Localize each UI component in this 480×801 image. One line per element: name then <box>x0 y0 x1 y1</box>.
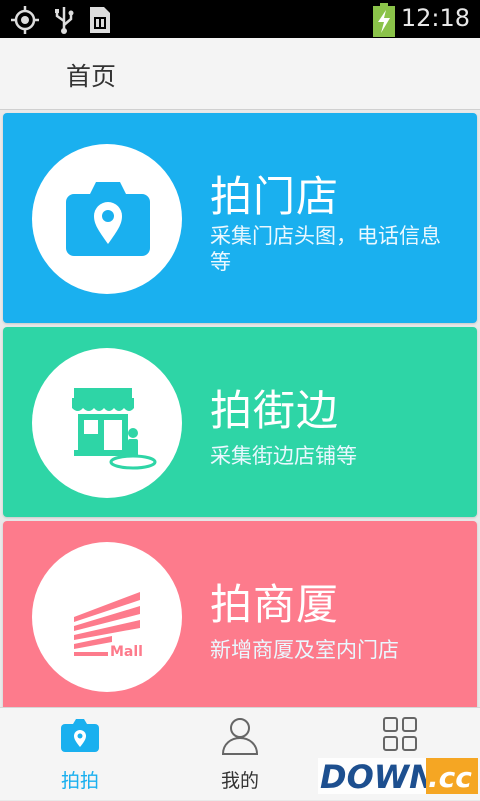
card-street-side[interactable]: 拍街边 采集街边店铺等 <box>3 327 477 517</box>
mall-logo-text: Mall <box>110 644 143 660</box>
gps-icon <box>10 5 40 39</box>
card-icon-circle <box>32 348 182 498</box>
card-description: 采集门店头图，电话信息等 <box>210 224 441 274</box>
card-shop-front[interactable]: 拍门店 采集门店头图，电话信息等 <box>3 113 477 323</box>
sd-card-icon <box>88 5 112 39</box>
user-icon <box>221 716 259 760</box>
clock: 12:18 <box>400 4 470 32</box>
card-title: 拍商厦 <box>210 580 340 629</box>
card-title: 拍街边 <box>210 386 340 435</box>
card-description: 采集街边店铺等 <box>210 444 357 468</box>
battery-charging-icon <box>372 3 396 41</box>
camera-location-icon <box>60 718 100 758</box>
card-title: 拍门店 <box>210 172 340 221</box>
watermark-suffix: .cc <box>428 761 472 794</box>
card-icon-circle: Mall <box>32 542 182 692</box>
watermark-logo: DOWN .cc <box>318 754 478 796</box>
status-bar: 12:18 <box>0 0 480 38</box>
app-header: 首页 <box>0 38 480 110</box>
grid-icon <box>382 716 418 756</box>
camera-location-icon <box>66 182 150 256</box>
page-title: 首页 <box>66 62 117 91</box>
card-mall[interactable]: Mall 拍商厦 新增商厦及室内门店 <box>3 521 477 711</box>
tab-label: 拍拍 <box>60 770 99 792</box>
tab-mine[interactable]: 我的 <box>160 708 320 801</box>
tab-label: 我的 <box>220 770 259 792</box>
mall-icon: Mall <box>74 592 143 660</box>
tab-paipai[interactable]: 拍拍 <box>0 708 160 801</box>
card-description: 新增商厦及室内门店 <box>210 638 399 662</box>
usb-icon <box>52 5 76 39</box>
card-icon-circle <box>32 144 182 294</box>
watermark-text: DOWN <box>320 758 436 796</box>
storefront-icon <box>72 388 157 470</box>
